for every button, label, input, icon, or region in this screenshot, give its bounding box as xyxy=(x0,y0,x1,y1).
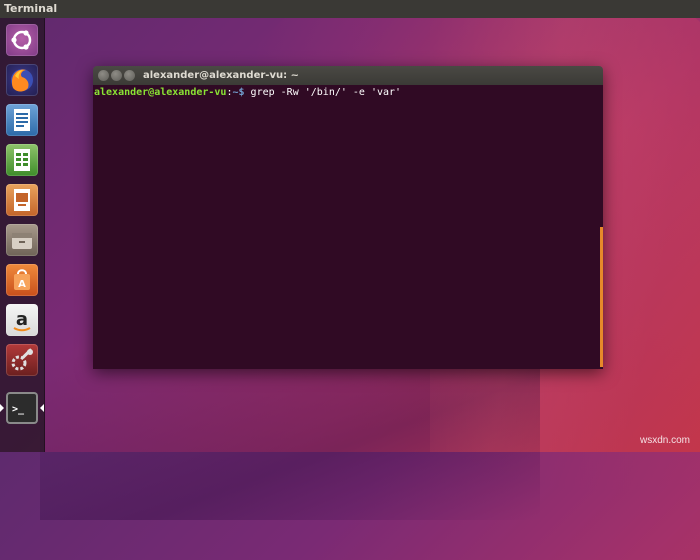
prompt-path: ~$ xyxy=(232,87,245,98)
settings-wrench-icon xyxy=(11,348,33,371)
window-titlebar[interactable]: alexander@alexander-vu: ~ xyxy=(93,66,603,85)
svg-text:>_: >_ xyxy=(12,404,25,415)
launcher-item-firefox[interactable] xyxy=(4,62,40,98)
svg-text:a: a xyxy=(16,309,28,330)
terminal-scrollbar[interactable] xyxy=(600,227,603,367)
watermark: wsxdn.com xyxy=(639,435,690,446)
terminal-window[interactable]: alexander@alexander-vu: ~ alexander@alex… xyxy=(93,66,603,369)
launcher-item-impress[interactable] xyxy=(4,182,40,218)
ubuntu-logo-icon xyxy=(11,30,32,50)
window-title: alexander@alexander-vu: ~ xyxy=(143,70,299,81)
launcher-item-system-settings[interactable] xyxy=(4,342,40,378)
launcher: A a >_ xyxy=(0,18,45,452)
launcher-item-files[interactable] xyxy=(4,222,40,258)
running-indicator-arrow xyxy=(0,404,4,412)
shopping-bag-icon: A xyxy=(14,269,30,290)
command-text: grep -Rw '/bin/' -e 'var' xyxy=(244,87,402,98)
presentation-impress-icon xyxy=(14,189,30,211)
terminal-icon: >_ xyxy=(12,404,25,415)
close-window-button[interactable] xyxy=(98,70,109,81)
terminal-output[interactable]: alexander@alexander-vu:~$ grep -Rw '/bin… xyxy=(93,85,603,369)
prompt-user: alexander@alexander-vu xyxy=(94,87,227,98)
launcher-item-amazon[interactable]: a xyxy=(4,302,40,338)
svg-text:A: A xyxy=(18,279,26,290)
top-panel: Terminal xyxy=(0,0,700,18)
minimize-window-button[interactable] xyxy=(111,70,122,81)
file-cabinet-icon xyxy=(12,233,32,249)
launcher-item-terminal[interactable]: >_ xyxy=(4,390,40,426)
top-panel-title: Terminal xyxy=(4,2,58,15)
firefox-icon xyxy=(11,69,33,92)
launcher-item-writer[interactable] xyxy=(4,102,40,138)
terminal-line: alexander@alexander-vu:~$ grep -Rw '/bin… xyxy=(94,87,602,98)
launcher-item-calc[interactable] xyxy=(4,142,40,178)
amazon-icon: a xyxy=(13,309,31,332)
maximize-window-button[interactable] xyxy=(124,70,135,81)
spreadsheet-calc-icon xyxy=(14,149,30,171)
document-writer-icon xyxy=(14,109,30,131)
focused-indicator-arrow xyxy=(40,404,44,412)
launcher-item-software[interactable]: A xyxy=(4,262,40,298)
launcher-item-ubuntu-dash[interactable] xyxy=(4,22,40,58)
